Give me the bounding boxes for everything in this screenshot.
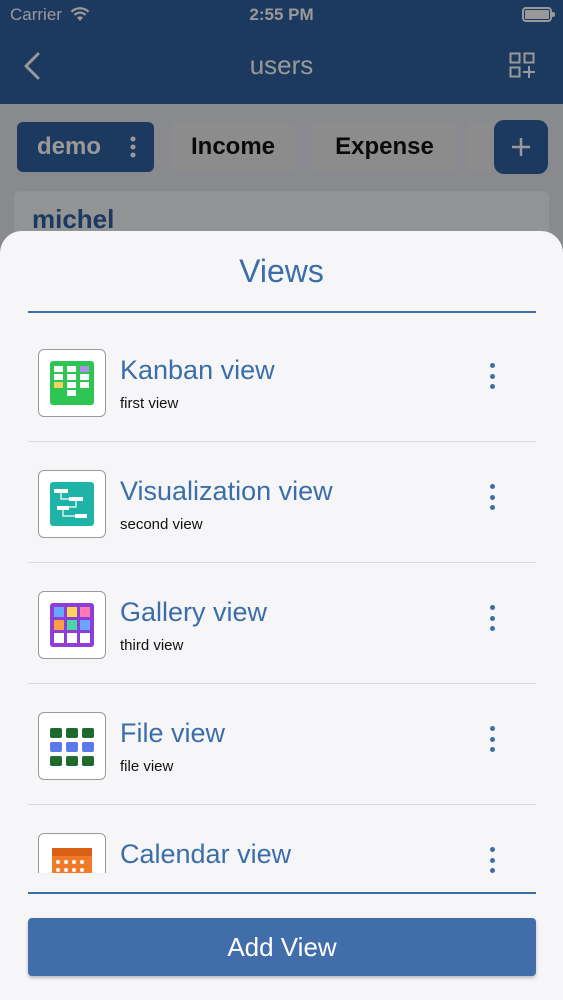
calendar-icon — [38, 833, 106, 873]
list-item[interactable]: File view file view — [28, 684, 536, 805]
view-description: third view — [120, 637, 184, 654]
list-item[interactable]: Gallery view third view — [28, 563, 536, 684]
views-list[interactable]: Kanban view first view Visualization vie… — [28, 321, 536, 873]
sheet-title: Views — [239, 253, 324, 289]
kanban-icon — [38, 349, 106, 417]
view-name: Kanban view — [120, 355, 275, 385]
more-vertical-icon[interactable] — [480, 603, 504, 633]
divider — [28, 892, 536, 894]
list-item[interactable]: Calendar view — [28, 805, 536, 873]
gallery-icon — [38, 591, 106, 659]
view-name: Calendar view — [120, 839, 292, 869]
more-vertical-icon[interactable] — [480, 361, 504, 391]
view-description: second view — [120, 516, 203, 533]
view-name: File view — [120, 718, 226, 748]
add-view-button[interactable]: Add View — [28, 918, 536, 976]
view-name: Gallery view — [120, 597, 268, 627]
visualization-icon — [38, 470, 106, 538]
list-item[interactable]: Visualization view second view — [28, 442, 536, 563]
view-description: file view — [120, 758, 174, 775]
more-vertical-icon[interactable] — [480, 482, 504, 512]
more-vertical-icon[interactable] — [480, 724, 504, 754]
list-item[interactable]: Kanban view first view — [28, 321, 536, 442]
view-description: first view — [120, 395, 179, 412]
divider — [28, 311, 536, 313]
view-name: Visualization view — [120, 476, 333, 506]
views-sheet: Views Kanban view first view Visualizati… — [0, 231, 563, 1000]
add-view-label: Add View — [227, 931, 337, 962]
more-vertical-icon[interactable] — [480, 845, 504, 873]
file-grid-icon — [38, 712, 106, 780]
